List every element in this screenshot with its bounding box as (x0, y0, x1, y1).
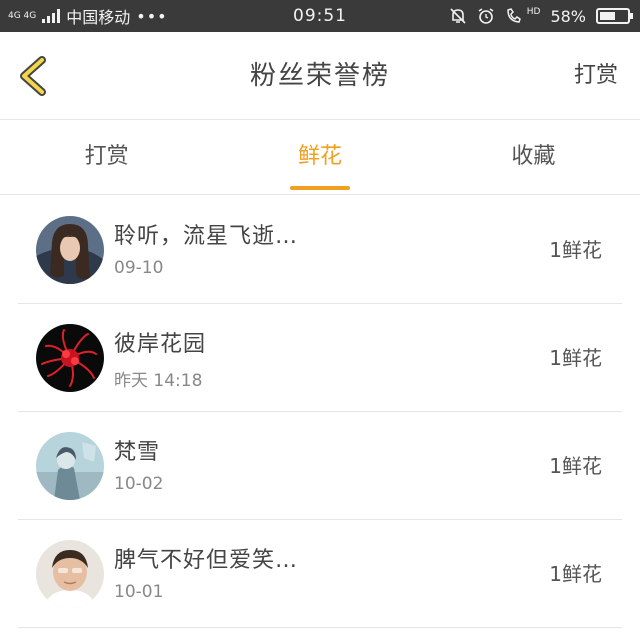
status-right: HD 58% (449, 0, 633, 32)
tab-favorites[interactable]: 收藏 (427, 121, 640, 194)
fan-date: 09-10 (114, 258, 164, 278)
gift-count: 1鲜花 (549, 562, 602, 586)
alarm-icon (477, 7, 495, 25)
fan-name: 聆听，流星飞逝… (114, 224, 299, 249)
tab-flowers[interactable]: 鲜花 (213, 121, 426, 194)
divider (18, 627, 622, 628)
gift-count: 1鲜花 (549, 238, 602, 262)
fan-name: 梵雪 (114, 440, 161, 465)
fan-date: 昨天 14:18 (114, 371, 203, 391)
status-bar: 4G 4G 中国移动 ••• 09:51 HD 58% (0, 0, 640, 32)
tab-underline (289, 186, 350, 190)
tab-label: 鲜花 (297, 144, 342, 169)
list-item[interactable]: 聆听，流星飞逝… 09-10 1鲜花 (0, 196, 640, 304)
tab-bar: 打赏 鲜花 收藏 (0, 121, 640, 195)
tab-label: 打赏 (84, 144, 129, 169)
list-item[interactable]: 彼岸花园 昨天 14:18 1鲜花 (0, 304, 640, 412)
avatar[interactable] (36, 540, 104, 608)
gift-count: 1鲜花 (549, 346, 602, 370)
page-title: 粉丝荣誉榜 (249, 61, 390, 91)
girl-portrait-avatar (36, 216, 104, 284)
list-item[interactable]: 梵雪 10-02 1鲜花 (0, 412, 640, 520)
list-item[interactable]: 脾气不好但爱笑… 10-01 1鲜花 (0, 520, 640, 628)
avatar[interactable] (36, 324, 104, 392)
red-spider-lily-avatar (36, 324, 104, 392)
reward-link[interactable]: 打赏 (574, 32, 618, 120)
fan-date: 10-01 (114, 582, 164, 602)
child-portrait-avatar (36, 540, 104, 608)
fan-name: 彼岸花园 (114, 332, 207, 357)
battery-percent: 58% (550, 6, 586, 26)
fan-date: 10-02 (114, 474, 164, 494)
app-header: 粉丝荣誉榜 打赏 (0, 32, 640, 120)
avatar[interactable] (36, 216, 104, 284)
fan-list: 聆听，流星飞逝… 09-10 1鲜花 彼岸花园 昨天 14:18 1鲜花 梵雪 … (0, 196, 640, 628)
hd-call-icon (505, 7, 523, 25)
tab-label: 收藏 (511, 144, 556, 169)
avatar[interactable] (36, 432, 104, 500)
fan-name: 脾气不好但爱笑… (114, 548, 299, 573)
gift-count: 1鲜花 (549, 454, 602, 478)
mute-bell-icon (449, 7, 467, 25)
hd-label: HD (526, 7, 541, 17)
tab-reward[interactable]: 打赏 (0, 121, 213, 194)
misty-portrait-avatar (36, 432, 104, 500)
battery-icon (596, 8, 633, 24)
